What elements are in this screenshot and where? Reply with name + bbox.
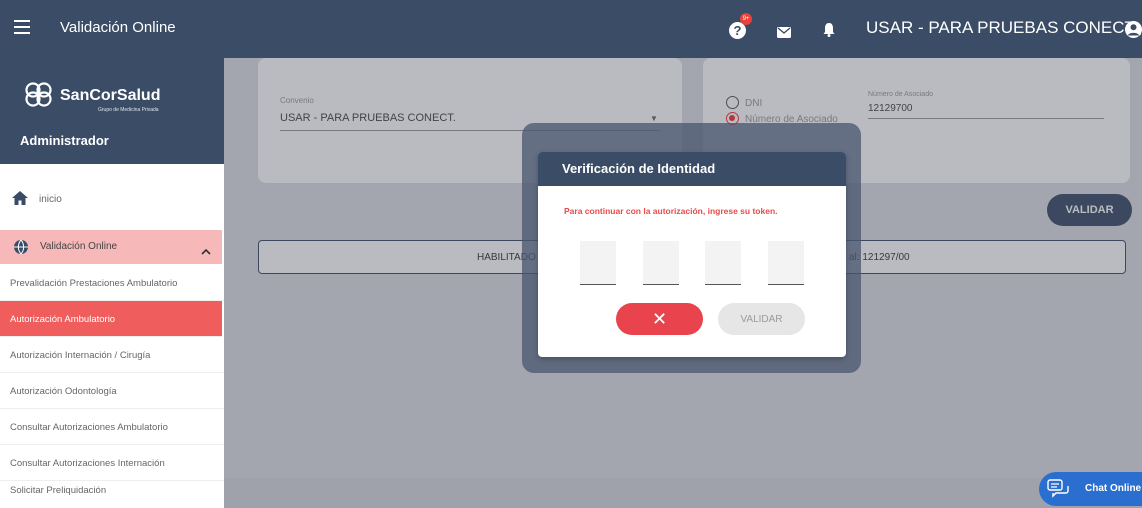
sidebar-item-prevalidacion[interactable]: Prevalidación Prestaciones Ambulatorio xyxy=(0,265,224,301)
sidebar-item-autorizacion-odontologia[interactable]: Autorización Odontología xyxy=(0,373,224,409)
sidebar-section-label: Validación Online xyxy=(40,241,118,252)
chat-online-button[interactable]: Chat Online xyxy=(1039,472,1142,506)
identity-verification-dialog: Verificación de Identidad Para continuar… xyxy=(538,152,846,357)
sidebar: SanCorSalud Grupo de Medicina Privada Ad… xyxy=(0,58,224,508)
sancor-logo-icon xyxy=(24,78,56,115)
brand-name: SanCorSalud xyxy=(60,87,161,104)
mail-icon[interactable] xyxy=(777,25,791,43)
sidebar-item-consultar-ambulatorio[interactable]: Consultar Autorizaciones Ambulatorio xyxy=(0,409,224,445)
token-digit-2[interactable] xyxy=(643,241,679,285)
notification-badge: 9+ xyxy=(740,13,752,25)
chat-icon xyxy=(1047,479,1069,504)
token-digit-3[interactable] xyxy=(705,241,741,285)
user-icon[interactable] xyxy=(1125,21,1142,38)
globe-icon xyxy=(13,239,29,260)
sidebar-item-inicio[interactable]: inicio xyxy=(0,176,224,224)
sidebar-item-autorizacion-internacion[interactable]: Autorización Internación / Cirugía xyxy=(0,337,224,373)
chevron-up-icon[interactable] xyxy=(201,242,211,260)
cancel-button[interactable]: ✕ xyxy=(616,303,703,335)
token-digit-1[interactable] xyxy=(580,241,616,285)
chat-label: Chat Online xyxy=(1085,483,1142,494)
dialog-title: Verificación de Identidad xyxy=(538,152,846,186)
user-name[interactable]: USAR - PARA PRUEBAS CONECT., xyxy=(866,18,1142,38)
brand-subtitle: Grupo de Medicina Privada xyxy=(98,107,159,113)
token-validar-button[interactable]: VALIDAR xyxy=(718,303,805,335)
home-icon xyxy=(12,191,28,210)
bell-icon[interactable] xyxy=(823,22,835,42)
menu-icon[interactable] xyxy=(14,20,30,38)
sidebar-section-validacion[interactable]: Validación Online xyxy=(0,230,222,264)
sidebar-item-inicio-label: inicio xyxy=(39,194,62,205)
dialog-message: Para continuar con la autorización, ingr… xyxy=(564,206,778,216)
user-role: Administrador xyxy=(20,133,109,148)
token-digit-4[interactable] xyxy=(768,241,804,285)
top-bar: Validación Online ? 9+ USAR - PARA PRUEB… xyxy=(0,0,1142,58)
sidebar-brand: SanCorSalud Grupo de Medicina Privada Ad… xyxy=(0,58,224,164)
app-title: Validación Online xyxy=(60,19,176,36)
sidebar-item-autorizacion-ambulatorio[interactable]: Autorización Ambulatorio xyxy=(0,301,222,337)
sidebar-item-preliquidacion[interactable]: Solicitar Preliquidación xyxy=(0,472,224,508)
